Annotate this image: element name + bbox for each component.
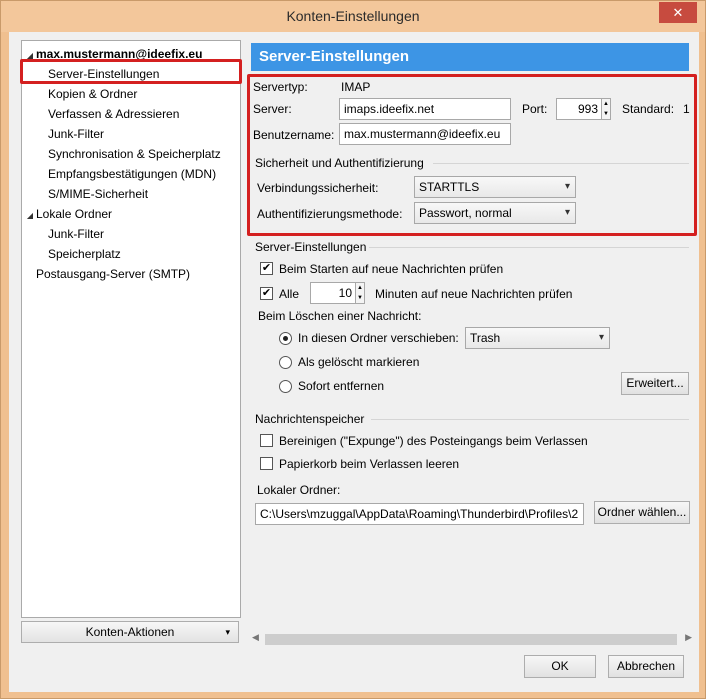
group-divider (371, 419, 689, 420)
check-on-start-label: Beim Starten auf neue Nachrichten prüfen (279, 262, 504, 276)
tree-item-smtp[interactable]: Postausgang-Server (SMTP) (36, 264, 190, 284)
check-every-label: Alle (279, 287, 300, 301)
mark-deleted-radio[interactable] (279, 356, 292, 369)
tree-item-composition[interactable]: Verfassen & Adressieren (48, 104, 179, 124)
tree-item-copies-folders[interactable]: Kopien & Ordner (48, 84, 137, 104)
tree-item-local-junk[interactable]: Junk-Filter (48, 224, 104, 244)
dropdown-arrow-icon: ▾ (225, 627, 230, 637)
account-actions-button[interactable]: Konten-Aktionen ▾ (21, 621, 239, 643)
tree-item-local-folders[interactable]: ◢ Lokale Ordner (24, 204, 112, 224)
on-delete-label: Beim Löschen einer Nachricht: (258, 309, 422, 323)
spin-up-icon[interactable]: ▲ (356, 283, 364, 293)
choose-folder-button[interactable]: Ordner wählen... (594, 501, 690, 524)
group-divider (369, 247, 689, 248)
scroll-left-icon[interactable]: ◀ (252, 632, 259, 643)
tree-item-sync[interactable]: Synchronisation & Speicherplatz (48, 144, 221, 164)
scroll-right-icon[interactable]: ▶ (685, 632, 692, 643)
check-on-start-checkbox[interactable]: ✔ (260, 262, 273, 275)
dialog-window: Konten-Einstellungen ✕ ◢ max.mustermann@i… (0, 0, 706, 699)
empty-trash-label: Papierkorb beim Verlassen leeren (279, 457, 460, 471)
tree-item-smime[interactable]: S/MIME-Sicherheit (48, 184, 148, 204)
highlight-box-right (247, 74, 697, 236)
window-title: Konten-Einstellungen (286, 8, 420, 24)
cancel-button[interactable]: Abbrechen (608, 655, 684, 678)
local-folder-path[interactable]: C:\Users\mzuggal\AppData\Roaming\Thunder… (255, 503, 584, 525)
minutes-stepper[interactable]: ▲ ▼ (355, 282, 365, 304)
remove-immediately-label: Sofort entfernen (298, 379, 385, 393)
empty-trash-checkbox[interactable] (260, 457, 273, 470)
remove-immediately-radio[interactable] (279, 380, 292, 393)
mark-deleted-label: Als gelöscht markieren (298, 355, 420, 369)
expunge-label: Bereinigen ("Expunge") des Posteingangs … (279, 434, 588, 448)
minutes-label: Minuten auf neue Nachrichten prüfen (375, 287, 573, 301)
tree-item-junk[interactable]: Junk-Filter (48, 124, 104, 144)
dialog-client: ◢ max.mustermann@ideefix.eu Server-Einste… (9, 32, 699, 692)
account-tree[interactable]: ◢ max.mustermann@ideefix.eu Server-Einste… (21, 40, 241, 618)
advanced-button[interactable]: Erweitert... (621, 372, 689, 395)
server-settings-group-title: Server-Einstellungen (255, 240, 367, 254)
tree-item-receipts[interactable]: Empfangsbestätigungen (MDN) (48, 164, 216, 184)
expunge-checkbox[interactable] (260, 434, 273, 447)
highlight-box-left (20, 59, 242, 84)
scrollbar-thumb[interactable] (265, 634, 677, 645)
collapse-icon[interactable]: ◢ (24, 206, 36, 226)
tree-item-local-storage[interactable]: Speicherplatz (48, 244, 121, 264)
move-to-folder-radio[interactable] (279, 332, 292, 345)
spin-down-icon[interactable]: ▼ (356, 293, 364, 303)
minutes-input[interactable]: 10 (310, 282, 356, 304)
trash-folder-select[interactable]: Trash ▾ (465, 327, 610, 349)
move-to-folder-label: In diesen Ordner verschieben: (298, 331, 459, 345)
horizontal-scrollbar[interactable]: ◀ ▶ (247, 631, 697, 648)
chevron-down-icon: ▾ (598, 332, 604, 343)
ok-button[interactable]: OK (524, 655, 596, 678)
check-every-checkbox[interactable]: ✔ (260, 287, 273, 300)
title-bar: Konten-Einstellungen ✕ (1, 1, 705, 32)
close-button[interactable]: ✕ (659, 2, 697, 23)
local-folder-label: Lokaler Ordner: (257, 483, 341, 497)
panel-heading: Server-Einstellungen (251, 43, 689, 71)
message-store-group-title: Nachrichtenspeicher (255, 412, 365, 426)
